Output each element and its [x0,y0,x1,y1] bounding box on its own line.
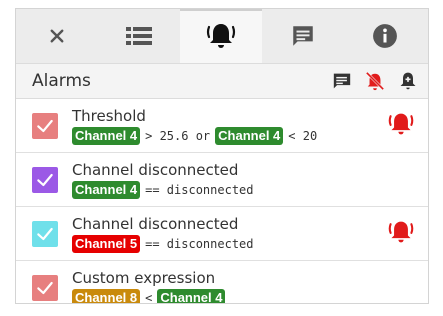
alarm-status-slot [386,219,416,249]
alarm-name: Custom expression [72,268,216,287]
alarm-expression: Channel 4 > 25.6 or Channel 4 < 20 [72,126,386,145]
channel-chip[interactable]: Channel 4 [72,126,141,145]
check-icon [35,278,55,298]
alarm-expression: Channel 4 == disconnected [72,180,386,199]
tab-list[interactable] [98,9,180,63]
alarm-name: Channel disconnected [72,214,239,233]
expression-operator: < 20 [288,128,318,143]
alarm-name: Threshold [72,106,146,125]
alarm-name: Channel disconnected [72,160,239,179]
alarm-content: Custom expression Channel 8 < Channel 4 [72,268,386,304]
channel-chip[interactable]: Channel 4 [157,288,226,303]
check-icon [35,224,55,244]
alarm-enabled-checkbox[interactable] [32,112,58,139]
tab-bar [16,9,428,64]
check-icon [35,116,55,136]
alarm-list: Threshold Channel 4 > 25.6 or Channel 4 < 20… [16,99,428,304]
tab-messages[interactable] [262,9,344,63]
alarm-row[interactable]: Threshold Channel 4 > 25.6 or Channel 4 < 20 [16,99,428,153]
tab-info[interactable] [344,9,426,63]
alarm-enabled-checkbox[interactable] [32,220,58,247]
alarm-expression: Channel 5 == disconnected [72,234,386,253]
list-icon [126,25,152,47]
check-icon [35,170,55,190]
bell-ringing-icon[interactable] [387,219,415,249]
header-actions [332,71,418,91]
tab-alarms[interactable] [180,9,262,63]
alarm-enabled-checkbox[interactable] [32,274,58,301]
alarm-status-slot [386,111,416,141]
alarm-content: Channel disconnected Channel 4 == disconne… [72,161,386,199]
expression-operator: == disconnected [145,182,254,197]
add-alarm-icon[interactable] [398,71,418,91]
close-icon [48,27,66,45]
expression-operator: == disconnected [145,236,254,251]
bell-ringing-icon [205,21,237,51]
alarm-enabled-checkbox[interactable] [32,166,58,193]
panel-title: Alarms [32,71,91,91]
tab-close[interactable] [16,9,98,63]
alarm-row[interactable]: Channel disconnected Channel 4 == disconne… [16,153,428,207]
channel-chip[interactable]: Channel 4 [215,126,284,145]
channel-chip[interactable]: Channel 8 [72,288,141,303]
bell-ringing-icon[interactable] [387,111,415,141]
alarm-content: Channel disconnected Channel 5 == disconne… [72,215,386,253]
alarms-header: Alarms [16,64,428,99]
message-icon[interactable] [332,72,352,90]
mute-icon[interactable] [364,71,386,91]
channel-chip[interactable]: Channel 5 [72,234,141,253]
alarm-row[interactable]: Channel disconnected Channel 5 == disconne… [16,207,428,261]
channel-chip[interactable]: Channel 4 [72,180,141,199]
message-icon [290,23,316,49]
alarms-panel: Alarms Threshold Channel 4 > 25.6 or Channe… [15,8,429,304]
expression-operator: > 25.6 or [145,128,211,143]
info-icon [372,23,398,49]
expression-operator: < [145,290,153,304]
alarm-row[interactable]: Custom expression Channel 8 < Channel 4 [16,261,428,304]
alarm-content: Threshold Channel 4 > 25.6 or Channel 4 < 20 [72,107,386,145]
alarm-expression: Channel 8 < Channel 4 [72,288,386,304]
